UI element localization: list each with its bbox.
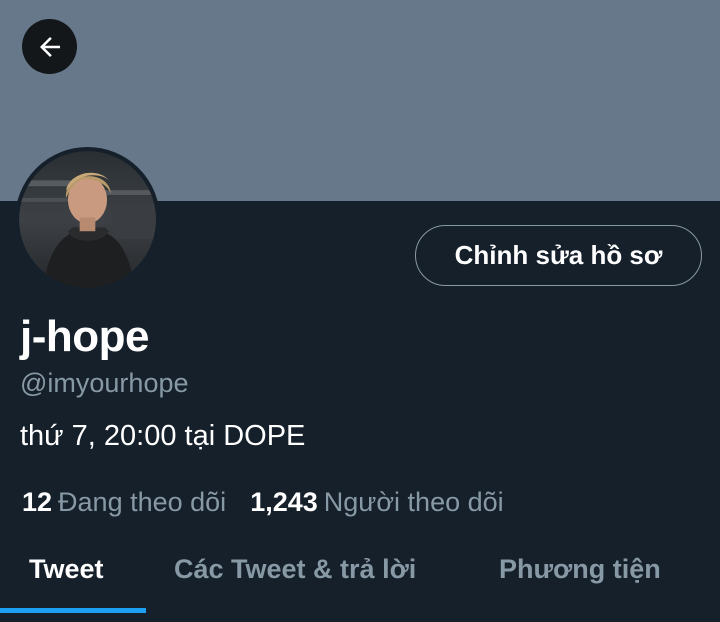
avatar-photo	[19, 151, 156, 288]
edit-profile-button[interactable]: Chỉnh sửa hồ sơ	[415, 225, 702, 286]
user-handle: @imyourhope	[20, 368, 189, 398]
following-count: 12	[22, 487, 53, 517]
tab-media[interactable]: Phương tiện	[499, 554, 661, 585]
tab-tweets[interactable]: Tweet	[29, 554, 104, 585]
arrow-left-icon	[39, 36, 60, 57]
profile-stats: 12 Đang theo dõi 1,243 Người theo dõi	[22, 487, 504, 518]
following-link[interactable]: 12 Đang theo dõi	[22, 487, 226, 518]
display-name: j-hope	[20, 312, 149, 361]
followers-link[interactable]: 1,243 Người theo dõi	[250, 487, 503, 518]
back-button[interactable]	[22, 19, 77, 74]
profile-tabs: Tweet Các Tweet & trả lời Phương tiện	[0, 540, 720, 622]
tab-tweets-and-replies[interactable]: Các Tweet & trả lời	[174, 554, 416, 585]
avatar[interactable]	[15, 147, 160, 292]
profile-bio: thứ 7, 20:00 tại DOPE	[20, 420, 306, 452]
followers-label: Người theo dõi	[323, 487, 504, 517]
active-tab-indicator	[0, 608, 146, 613]
followers-count: 1,243	[250, 487, 318, 517]
following-label: Đang theo dõi	[58, 487, 227, 517]
